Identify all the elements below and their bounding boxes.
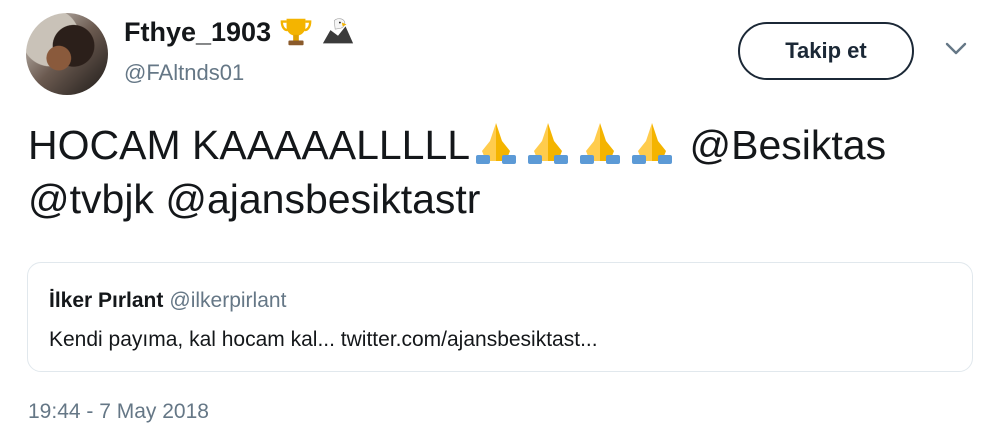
mention-link[interactable]: @ajansbesiktastr <box>165 176 480 222</box>
quoted-tweet-text: Kendi payıma, kal hocam kal... twitter.c… <box>49 328 598 351</box>
chevron-down-icon[interactable] <box>944 40 968 58</box>
avatar[interactable] <box>26 13 108 95</box>
tweet-text: HOCAM KAAAAALLLLL @Besiktas @tvbjk @ajan… <box>28 118 978 226</box>
quoted-author: İlker Pırlant @ilkerpirlant <box>49 289 286 313</box>
praying-hands-icon <box>470 122 522 168</box>
praying-hands-icon <box>522 122 574 168</box>
user-handle[interactable]: @FAltnds01 <box>124 60 244 86</box>
tweet-timestamp[interactable]: 19:44 - 7 May 2018 <box>28 400 209 424</box>
tweet-text-prefix: HOCAM KAAAAALLLLL <box>28 122 471 168</box>
mention-link[interactable]: @tvbjk <box>28 176 154 222</box>
trophy-icon <box>280 18 312 46</box>
follow-button[interactable]: Takip et <box>738 22 914 80</box>
quoted-tweet-card[interactable]: İlker Pırlant @ilkerpirlant Kendi payıma,… <box>27 262 973 372</box>
mention-link[interactable]: @Besiktas <box>690 122 887 168</box>
quoted-author-name[interactable]: İlker Pırlant <box>49 289 163 312</box>
eagle-icon <box>322 18 354 44</box>
praying-hands-icon <box>626 122 678 168</box>
display-name[interactable]: Fthye_1903 <box>124 17 271 48</box>
praying-hands-icon <box>574 122 626 168</box>
user-name-row: Fthye_1903 <box>124 15 355 49</box>
quoted-author-handle[interactable]: @ilkerpirlant <box>169 289 286 312</box>
